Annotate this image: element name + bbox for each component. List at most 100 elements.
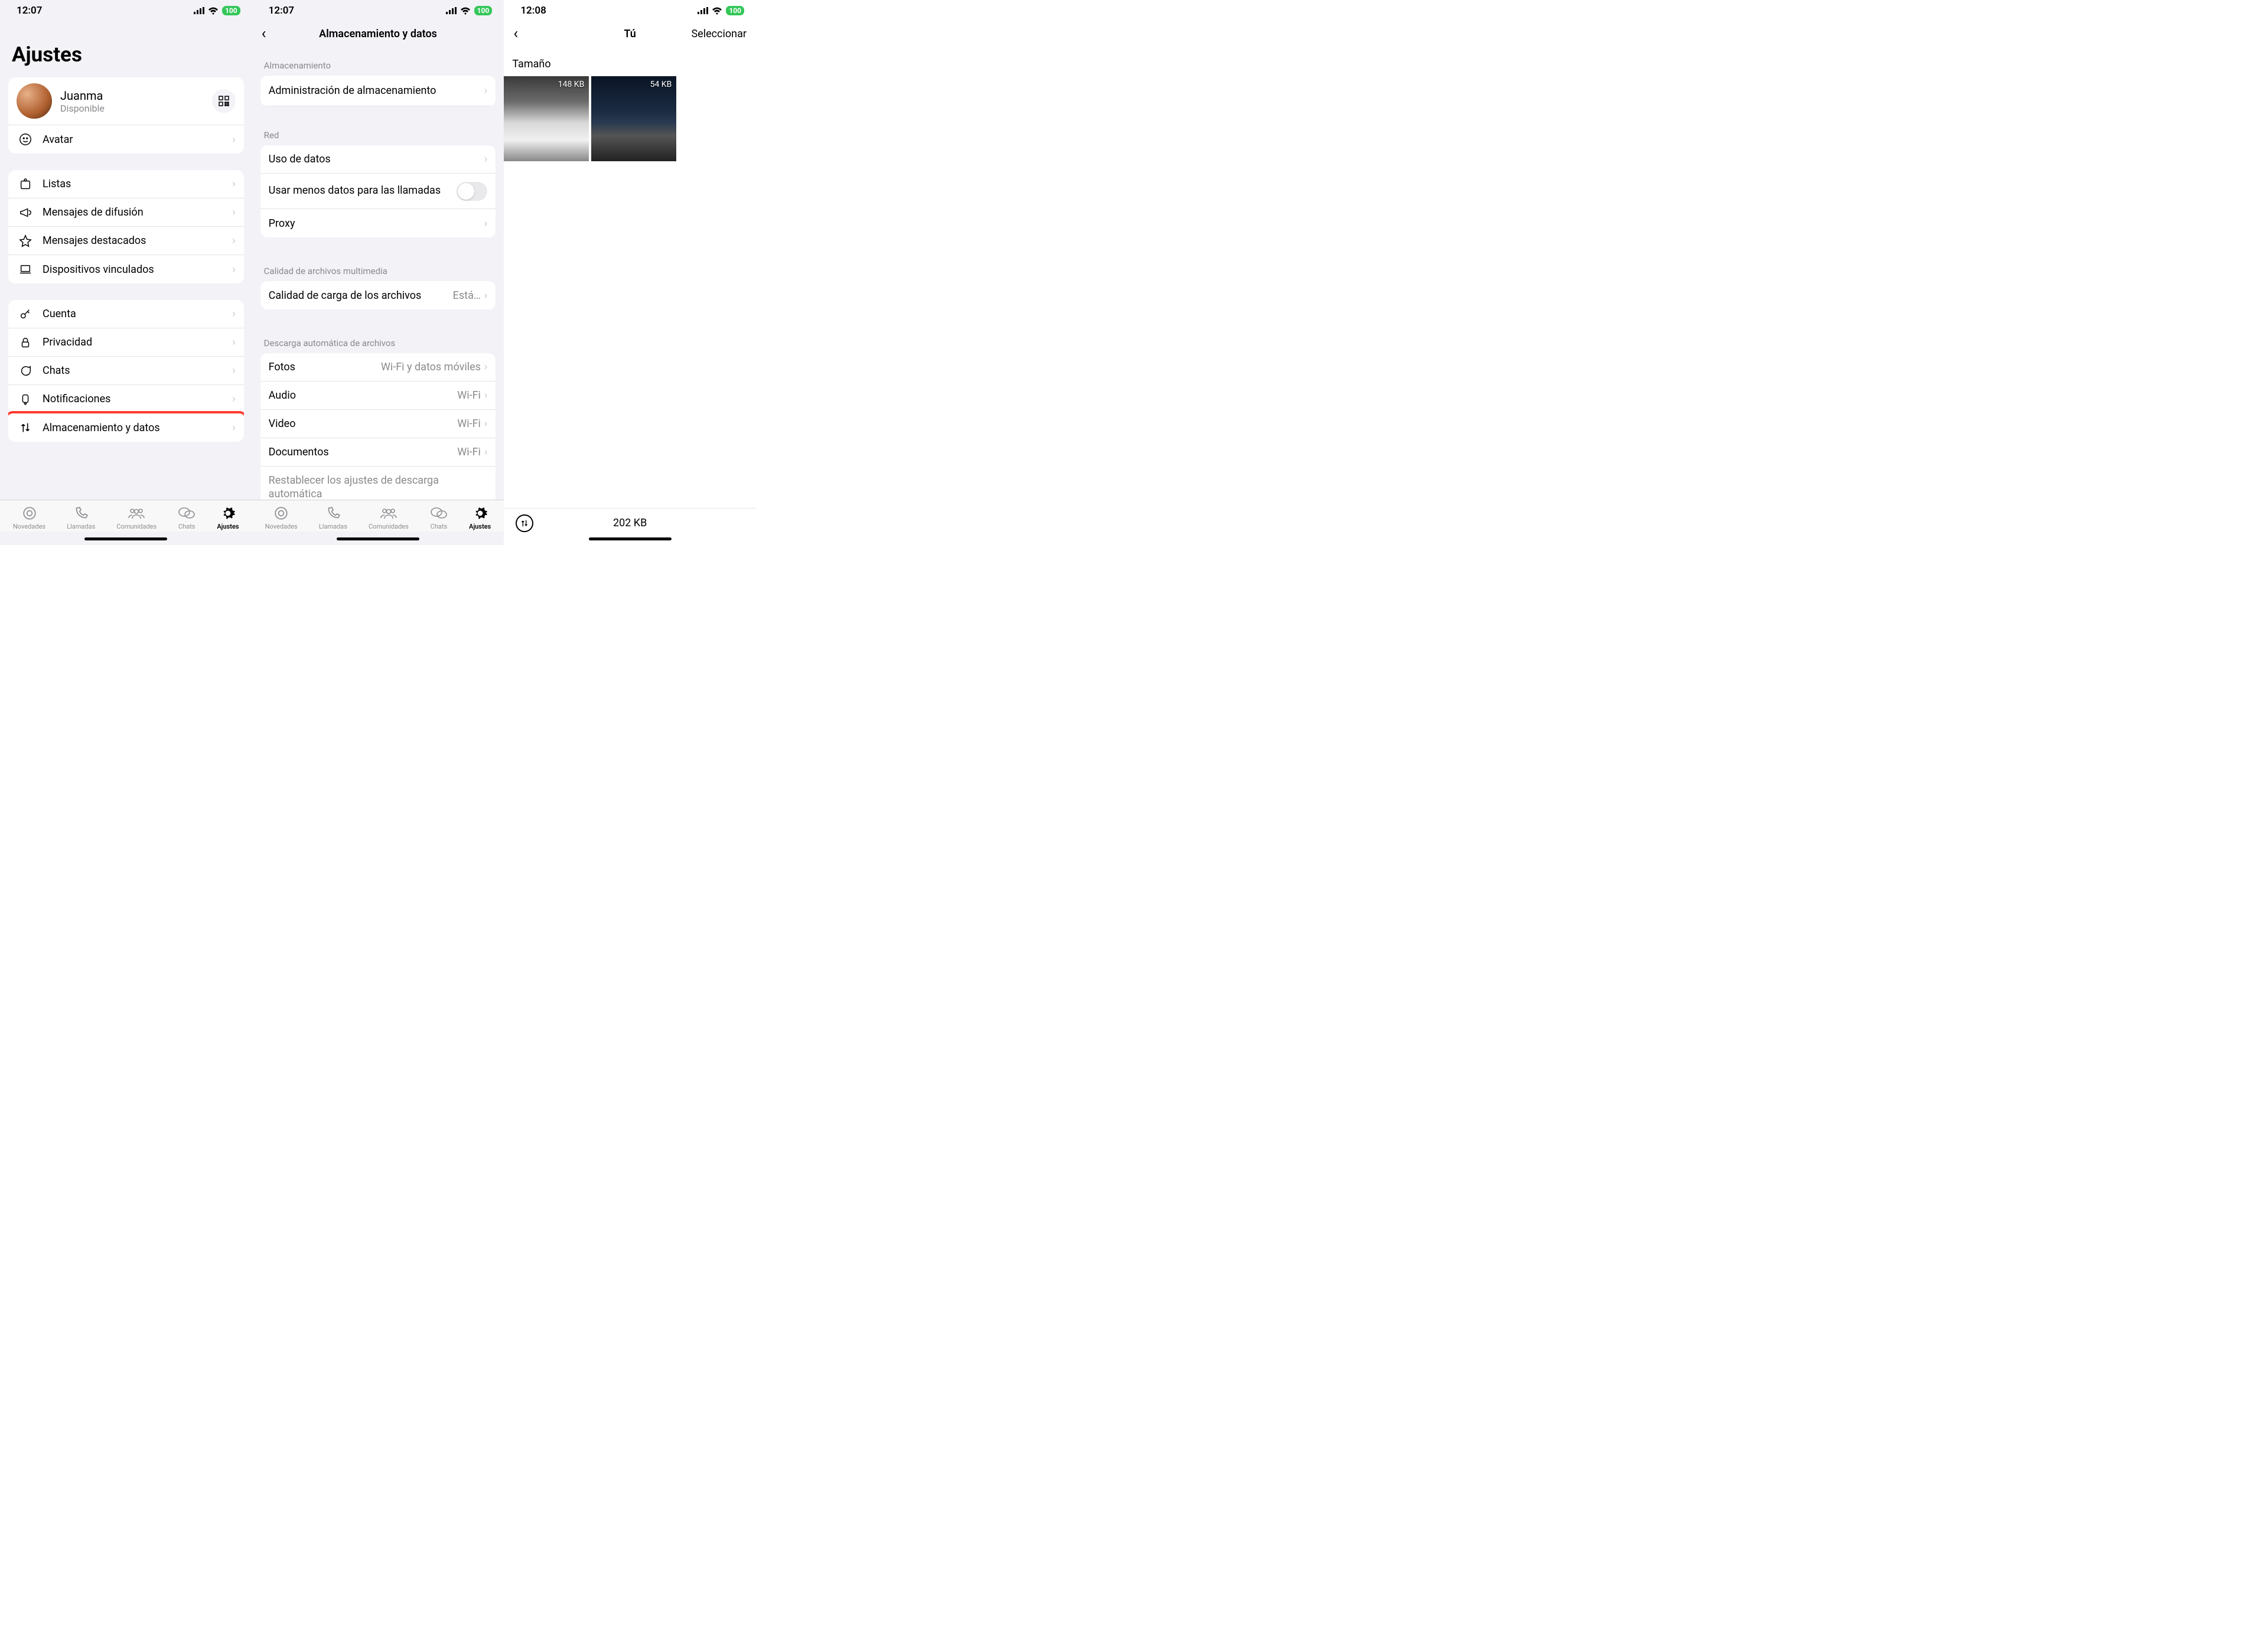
megaphone-icon xyxy=(17,206,34,219)
tab-calls[interactable]: Llamadas xyxy=(319,505,347,530)
account-label: Cuenta xyxy=(43,308,232,320)
section-storage: Almacenamiento xyxy=(252,48,504,76)
lists-label: Listas xyxy=(43,178,232,190)
lock-icon xyxy=(17,336,34,349)
tab-communities-label: Comunidades xyxy=(369,523,409,530)
battery-badge: 100 xyxy=(474,6,493,15)
profile-row[interactable]: Juanma Disponible xyxy=(8,77,244,125)
lists-icon xyxy=(17,178,34,191)
reset-autodownload-row[interactable]: Restablecer los ajustes de descarga auto… xyxy=(260,467,496,500)
photos-value: Wi-Fi y datos móviles xyxy=(381,361,481,373)
chevron-right-icon: › xyxy=(484,289,487,302)
home-indicator[interactable] xyxy=(84,537,167,540)
tab-settings[interactable]: Ajustes xyxy=(469,505,491,530)
linked-devices-label: Dispositivos vinculados xyxy=(43,263,232,276)
avatar-row[interactable]: Avatar › xyxy=(8,125,244,154)
status-time: 12:07 xyxy=(269,5,294,17)
qr-button[interactable] xyxy=(212,89,236,113)
profile-name: Juanma xyxy=(60,89,212,103)
sort-button[interactable]: Tamaño xyxy=(504,48,756,76)
media-item-0[interactable]: 148 KB xyxy=(504,76,589,161)
chats-icon xyxy=(430,505,448,522)
tab-updates-label: Novedades xyxy=(13,523,45,530)
tab-settings[interactable]: Ajustes xyxy=(217,505,239,530)
tab-updates[interactable]: Novedades xyxy=(13,505,45,530)
notifications-row[interactable]: Notificaciones › xyxy=(8,385,244,413)
privacy-label: Privacidad xyxy=(43,336,232,348)
upload-quality-value: Está… xyxy=(453,289,481,302)
network-group: Uso de datos › Usar menos datos para las… xyxy=(260,145,496,237)
tab-chats[interactable]: Chats xyxy=(430,505,448,530)
tab-bar: Novedades Llamadas Comunidades Chats Aju… xyxy=(252,500,504,532)
manage-storage-row[interactable]: Administración de almacenamiento › xyxy=(260,76,496,106)
total-size: 202 KB xyxy=(613,517,647,529)
media-size-0: 148 KB xyxy=(558,80,585,89)
less-data-calls-row[interactable]: Usar menos datos para las llamadas xyxy=(260,174,496,209)
broadcast-row[interactable]: Mensajes de difusión › xyxy=(8,198,244,227)
less-data-toggle[interactable] xyxy=(457,182,487,201)
upload-quality-label: Calidad de carga de los archivos xyxy=(269,289,453,302)
proxy-row[interactable]: Proxy › xyxy=(260,209,496,237)
photos-row[interactable]: Fotos Wi-Fi y datos móviles › xyxy=(260,353,496,382)
data-usage-label: Uso de datos xyxy=(269,153,484,165)
audio-row[interactable]: Audio Wi-Fi › xyxy=(260,382,496,410)
nav-title: Almacenamiento y datos xyxy=(252,28,504,40)
profile-text: Juanma Disponible xyxy=(60,89,212,114)
chevron-right-icon: › xyxy=(232,364,235,377)
tab-communities-label: Comunidades xyxy=(116,523,157,530)
documents-label: Documentos xyxy=(269,446,458,458)
chevron-right-icon: › xyxy=(232,263,235,276)
home-indicator[interactable] xyxy=(589,537,672,540)
video-row[interactable]: Video Wi-Fi › xyxy=(260,410,496,438)
chevron-right-icon: › xyxy=(484,389,487,402)
updates-icon xyxy=(273,505,289,522)
back-button[interactable]: ‹ xyxy=(513,25,518,43)
media-grid: 148 KB 54 KB xyxy=(504,76,756,161)
home-indicator[interactable] xyxy=(337,537,419,540)
lists-group: Listas › Mensajes de difusión › Mensajes… xyxy=(8,170,244,283)
status-time: 12:07 xyxy=(17,5,42,17)
data-usage-row[interactable]: Uso de datos › xyxy=(260,145,496,174)
star-icon xyxy=(17,234,34,247)
section-media-quality: Calidad de archivos multimedia xyxy=(252,254,504,281)
tab-updates[interactable]: Novedades xyxy=(265,505,298,530)
communities-icon xyxy=(128,505,145,522)
media-item-1[interactable]: 54 KB xyxy=(591,76,676,161)
video-value: Wi-Fi xyxy=(457,418,481,430)
manage-storage-label: Administración de almacenamiento xyxy=(269,84,484,97)
chevron-right-icon: › xyxy=(232,206,235,219)
select-button[interactable]: Seleccionar xyxy=(691,28,746,40)
lists-row[interactable]: Listas › xyxy=(8,170,244,198)
wifi-icon xyxy=(712,7,722,15)
status-indicators: 100 xyxy=(194,6,240,15)
tab-bar: Novedades Llamadas Comunidades Chats Aju… xyxy=(0,500,252,532)
profile-status: Disponible xyxy=(60,103,212,114)
tab-calls[interactable]: Llamadas xyxy=(67,505,95,530)
chevron-right-icon: › xyxy=(484,361,487,373)
storage-data-row[interactable]: Almacenamiento y datos › xyxy=(8,413,244,442)
chevron-right-icon: › xyxy=(484,446,487,458)
documents-value: Wi-Fi xyxy=(457,446,481,458)
upload-quality-row[interactable]: Calidad de carga de los archivos Está… › xyxy=(260,281,496,309)
chats-row[interactable]: Chats › xyxy=(8,357,244,385)
tab-chats[interactable]: Chats xyxy=(178,505,195,530)
chevron-right-icon: › xyxy=(484,84,487,97)
storage-group: Administración de almacenamiento › xyxy=(260,76,496,106)
account-row[interactable]: Cuenta › xyxy=(8,300,244,328)
tab-communities[interactable]: Comunidades xyxy=(116,505,157,530)
storage-data-screen: 12:07 100 ‹ Almacenamiento y datos Almac… xyxy=(252,0,504,545)
linked-devices-row[interactable]: Dispositivos vinculados › xyxy=(8,255,244,283)
back-button[interactable]: ‹ xyxy=(262,25,266,43)
gear-icon xyxy=(472,505,488,522)
autodownload-group: Fotos Wi-Fi y datos móviles › Audio Wi-F… xyxy=(260,353,496,500)
starred-label: Mensajes destacados xyxy=(43,234,232,247)
sort-toggle-button[interactable] xyxy=(516,514,533,532)
status-time: 12:08 xyxy=(520,5,546,17)
privacy-row[interactable]: Privacidad › xyxy=(8,328,244,357)
qr-icon xyxy=(219,96,229,106)
starred-row[interactable]: Mensajes destacados › xyxy=(8,227,244,255)
broadcast-label: Mensajes de difusión xyxy=(43,206,232,219)
tab-communities[interactable]: Comunidades xyxy=(369,505,409,530)
documents-row[interactable]: Documentos Wi-Fi › xyxy=(260,438,496,467)
media-content: Tamaño 148 KB 54 KB xyxy=(504,48,756,508)
